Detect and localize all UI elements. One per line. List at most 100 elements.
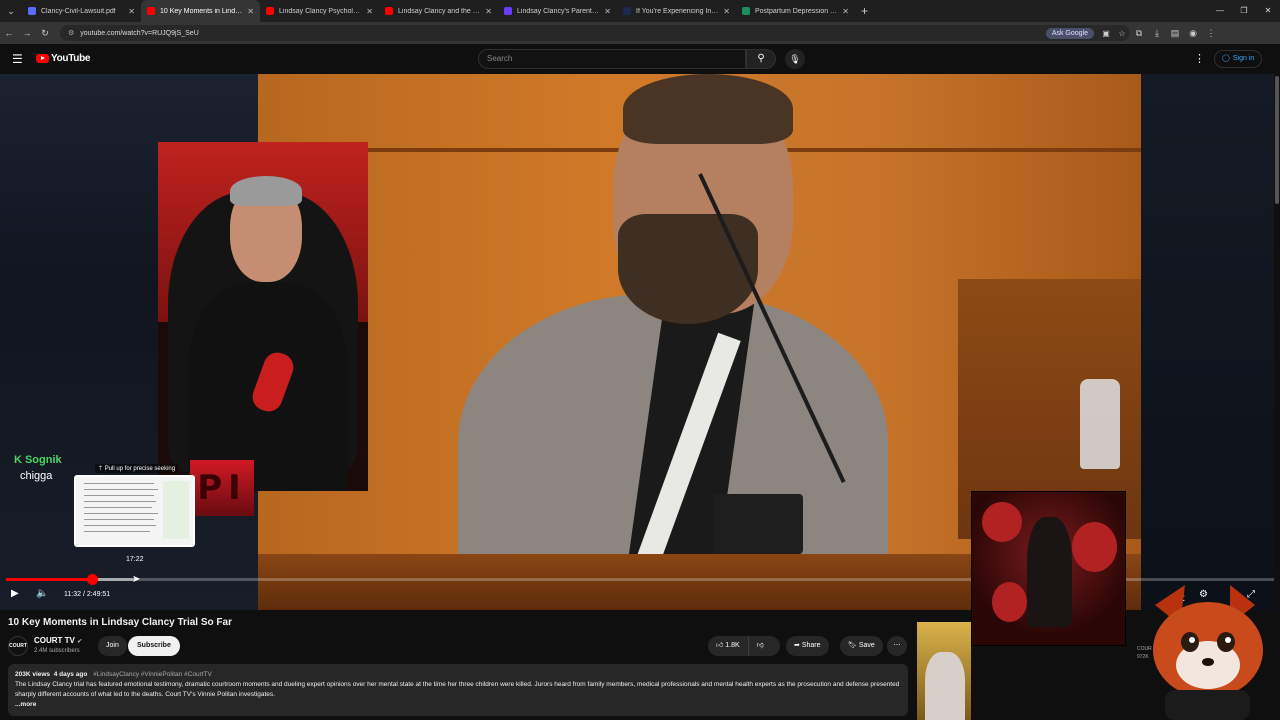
- description-meta: 203K views 4 days ago #LindsayClancy #Vi…: [15, 670, 901, 680]
- channel-name[interactable]: COURT TV ✔: [34, 636, 82, 645]
- recommended-meta: COUR 972K: [1137, 645, 1152, 661]
- forward-icon[interactable]: →: [18, 28, 36, 38]
- site-info-icon[interactable]: ⚙: [68, 29, 74, 37]
- tab-favicon-icon: [742, 7, 750, 15]
- reload-icon[interactable]: ↻: [36, 28, 54, 39]
- play-icon[interactable]: ▶: [11, 588, 19, 599]
- join-button[interactable]: Join: [98, 636, 127, 656]
- sidepanel-icon[interactable]: ▤: [1166, 28, 1184, 39]
- voice-search-icon[interactable]: 🎙: [785, 49, 805, 69]
- preview-text-line: [84, 513, 158, 514]
- profile-icon[interactable]: ◉: [1184, 28, 1202, 39]
- browser-tab[interactable]: Lindsay Clancy Psychologist Dr ✕: [260, 0, 379, 22]
- hashtags[interactable]: #LindsayClancy #VinniePolitan #CourtTV: [93, 671, 212, 678]
- close-window-icon[interactable]: ✕: [1256, 0, 1280, 22]
- recommended-views: 972K: [1137, 654, 1149, 660]
- omnibox[interactable]: ⚙ youtube.com/watch?v=RUJQ9jS_SeU Ask Go…: [60, 25, 1130, 41]
- sign-in-button[interactable]: ◯ Sign in: [1214, 50, 1263, 68]
- tab-close-icon[interactable]: ✕: [247, 7, 254, 16]
- k-logo-icon: K: [14, 454, 22, 466]
- subscribe-button[interactable]: Subscribe: [128, 636, 180, 656]
- browser-tab[interactable]: Lindsay Clancy and the Eviden ✕: [379, 0, 498, 22]
- more-actions-icon[interactable]: ⋯: [887, 636, 907, 656]
- browser-tab[interactable]: 10 Key Moments in Lindsay Cla ✕: [141, 0, 260, 22]
- minimize-icon[interactable]: —: [1208, 0, 1232, 22]
- host-inset-frame: [158, 142, 368, 491]
- bookmark-star-icon[interactable]: ☆: [1114, 29, 1130, 38]
- search-icon: ⚲: [757, 53, 765, 64]
- dislike-button[interactable]: 👎︎: [749, 636, 772, 656]
- browser-tab[interactable]: Clancy-Civil-Lawsuit.pdf ✕: [22, 0, 141, 22]
- settings-kebab-icon[interactable]: ⋮: [1194, 52, 1205, 65]
- like-button[interactable]: 👍︎ 1.8K: [708, 636, 749, 656]
- tab-close-icon[interactable]: ✕: [485, 7, 492, 16]
- browser-tab[interactable]: Lindsay Clancy's Parents' $1 M ✕: [498, 0, 617, 22]
- tab-title: Lindsay Clancy's Parents' $1 M: [517, 7, 600, 15]
- tab-close-icon[interactable]: ✕: [128, 7, 135, 16]
- save-label: Save: [858, 642, 875, 649]
- share-button[interactable]: ➦ Share: [786, 636, 829, 656]
- save-button[interactable]: 🔖︎ Save: [840, 636, 883, 656]
- tab-close-icon[interactable]: ✕: [604, 7, 611, 16]
- tab-favicon-icon: [28, 7, 36, 15]
- tab-search-icon[interactable]: ⌄: [2, 2, 20, 20]
- tab-title: Clancy-Civil-Lawsuit.pdf: [41, 7, 116, 15]
- page-scrollbar[interactable]: [1274, 74, 1280, 720]
- sign-in-label: Sign in: [1232, 55, 1255, 62]
- preview-text-line: [84, 525, 156, 526]
- bookmark-icon: 🔖︎: [848, 642, 859, 649]
- host-hair: [230, 176, 302, 206]
- hamburger-menu-icon[interactable]: ☰: [12, 52, 23, 66]
- cast-icon[interactable]: ▣: [1098, 29, 1114, 38]
- browser-tab[interactable]: If You're Experiencing Intrusiv ✕: [617, 0, 736, 22]
- tab-close-icon[interactable]: ✕: [842, 7, 849, 16]
- water-bottle: [1080, 379, 1120, 469]
- like-dislike-group: 👍︎ 1.8K 👎︎: [708, 636, 780, 656]
- search-button[interactable]: ⚲: [746, 49, 776, 69]
- up-arrow-icon: ⇡: [98, 466, 105, 472]
- show-more-link[interactable]: ...more: [15, 700, 901, 710]
- preview-timestamp: 17:22: [126, 556, 144, 563]
- microphone-base: [713, 494, 803, 554]
- red-panda-mascot: [1153, 585, 1263, 720]
- thumbs-up-icon: 👍︎: [716, 642, 726, 649]
- tab-favicon-icon: [504, 7, 512, 15]
- new-tab-icon[interactable]: +: [861, 4, 868, 18]
- tab-title: Lindsay Clancy Psychologist Dr: [279, 7, 362, 15]
- dark-figure: [1027, 517, 1072, 627]
- preview-text-line: [84, 531, 150, 532]
- share-icon: ➦: [794, 642, 802, 649]
- ask-google-button[interactable]: Ask Google: [1045, 27, 1094, 39]
- description-box[interactable]: 203K views 4 days ago #LindsayClancy #Vi…: [8, 664, 908, 716]
- description-text: The Lindsay Clancy trial has featured em…: [15, 681, 900, 698]
- tab-favicon-icon: [266, 7, 274, 15]
- recommended-thumbnail[interactable]: [917, 622, 971, 720]
- video-bg-right: [1141, 74, 1280, 610]
- tab-close-icon[interactable]: ✕: [366, 7, 373, 16]
- youtube-logo[interactable]: YouTube: [36, 53, 91, 64]
- tab-favicon-icon: [385, 7, 393, 15]
- url-text[interactable]: youtube.com/watch?v=RUJQ9jS_SeU: [80, 30, 1046, 37]
- download-icon[interactable]: ⤓: [1148, 28, 1166, 39]
- youtube-logo-text: YouTube: [51, 53, 91, 64]
- subscriber-count: 2.4M subscribers: [34, 648, 80, 654]
- tab-title: Lindsay Clancy and the Eviden: [398, 7, 481, 15]
- channel-avatar[interactable]: COURT: [8, 636, 28, 656]
- tab-favicon-icon: [623, 7, 631, 15]
- restore-icon[interactable]: ❐: [1232, 0, 1256, 22]
- address-bar-row: ← → ↻ ⚙ youtube.com/watch?v=RUJQ9jS_SeU …: [0, 22, 1280, 44]
- witness-beard: [618, 214, 758, 324]
- user-circle-icon: ◯: [1222, 55, 1230, 62]
- preview-text-line: [84, 495, 154, 496]
- back-icon[interactable]: ←: [0, 28, 18, 38]
- browser-menu-icon[interactable]: ⋮: [1202, 28, 1220, 39]
- volume-icon[interactable]: 🔈: [36, 588, 48, 599]
- verified-icon: ✔: [77, 639, 83, 645]
- scrollbar-thumb[interactable]: [1275, 76, 1279, 204]
- search-input[interactable]: Search: [478, 49, 746, 69]
- browser-tab[interactable]: Postpartum Depression (PPD) ✕: [736, 0, 855, 22]
- extensions-icon[interactable]: ⧉: [1130, 28, 1148, 39]
- tab-list: Clancy-Civil-Lawsuit.pdf ✕ 10 Key Moments …: [22, 0, 855, 22]
- tab-title: 10 Key Moments in Lindsay Cla: [160, 7, 243, 15]
- tab-close-icon[interactable]: ✕: [723, 7, 730, 16]
